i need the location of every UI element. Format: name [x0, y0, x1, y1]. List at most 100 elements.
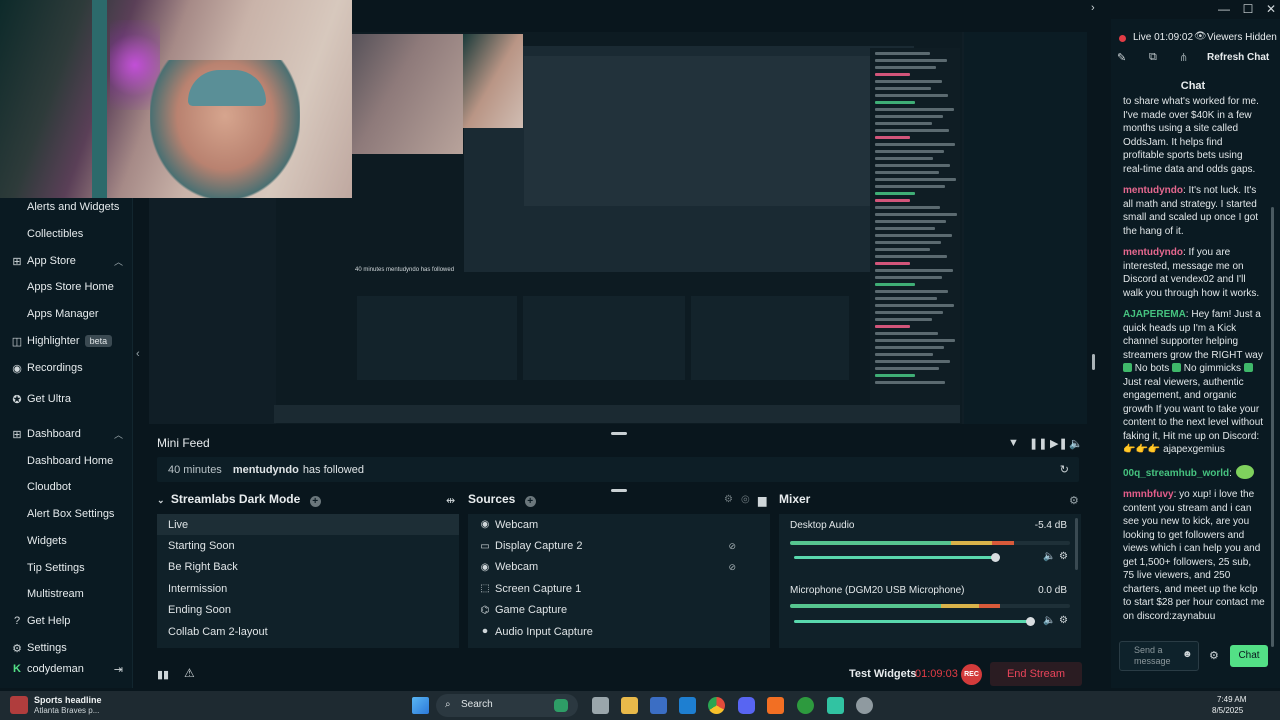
scenes-title[interactable]: Streamlabs Dark Mode	[171, 492, 300, 506]
store-icon[interactable]	[650, 697, 667, 714]
rec-button[interactable]: REC	[961, 664, 982, 685]
sidebar-item-cloudbot[interactable]: Cloudbot	[0, 477, 133, 497]
mixer-settings-icon[interactable]: ⚙	[1069, 494, 1079, 507]
chrome-icon[interactable]	[708, 697, 725, 714]
channel-settings-icon[interactable]: ⚙	[1059, 615, 1068, 626]
chat-username[interactable]: 00q_streamhub_world	[1123, 468, 1229, 479]
sidebar-item-tip-settings[interactable]: Tip Settings	[0, 558, 133, 578]
source-item[interactable]: ▭ Display Capture 2 ⊘	[468, 535, 770, 556]
scene-transitions-icon[interactable]: ⇹	[446, 494, 455, 507]
sidebar-item-app-store[interactable]: ⊞ App Store ︿	[0, 251, 133, 271]
user-account[interactable]: Kcodydeman ⇥	[0, 659, 133, 679]
volume-slider[interactable]	[794, 556, 995, 559]
source-item[interactable]: ⬚ Screen Capture 1	[468, 578, 770, 599]
news-title[interactable]: Sports headline	[34, 695, 102, 705]
scene-item[interactable]: Be Right Back	[157, 557, 459, 578]
taskbar-search[interactable]: ⌕ Search	[436, 694, 578, 717]
add-source-icon[interactable]: +	[524, 496, 536, 507]
soundcloud-icon[interactable]	[767, 697, 784, 714]
source-item[interactable]: ⌬ Game Capture	[468, 600, 770, 621]
mute-icon[interactable]: 🔈	[1043, 551, 1055, 562]
chat-settings-icon[interactable]: ⚙	[1209, 649, 1219, 662]
sidebar-item-highlighter[interactable]: ◫ Highlighter beta	[0, 331, 133, 351]
source-settings-icon[interactable]: ⚙	[724, 494, 733, 505]
sidebar-item-get-help[interactable]: ? Get Help	[0, 611, 133, 631]
add-folder-icon[interactable]: ▆	[758, 494, 766, 507]
clock-date[interactable]: 8/5/2025	[1212, 706, 1243, 715]
popout-icon[interactable]: ⧉	[1149, 51, 1157, 64]
volume-knob[interactable]	[1026, 617, 1035, 626]
chevron-up-icon[interactable]: ︿	[114, 428, 123, 441]
logout-icon[interactable]: ⇥	[114, 663, 123, 676]
test-widgets-button[interactable]: Test Widgets	[849, 668, 917, 680]
sidebar-item-dashboard[interactable]: ⊞ Dashboard ︿	[0, 424, 133, 444]
sidebar-item-get-ultra[interactable]: ✪ Get Ultra	[0, 389, 133, 409]
preview-scroll-handle[interactable]	[1092, 354, 1095, 370]
news-icon[interactable]	[10, 696, 28, 714]
share-icon[interactable]: ⋔	[1179, 51, 1188, 64]
scene-item[interactable]: Collab Cam 2-layout	[157, 621, 459, 642]
scene-item[interactable]: Intermission	[157, 578, 459, 599]
chat-username[interactable]: mentudyndo	[1123, 247, 1183, 258]
source-item[interactable]: ◉ Webcam ⊘	[468, 557, 770, 578]
sidebar-item-alerts-and-widgets[interactable]: Alerts and Widgets	[0, 197, 133, 217]
add-scene-collection-icon[interactable]: +	[309, 496, 321, 507]
refresh-icon[interactable]: ↻	[1060, 463, 1069, 476]
outlook-icon[interactable]	[679, 697, 696, 714]
volume-slider[interactable]	[794, 620, 1030, 623]
end-stream-button[interactable]: End Stream	[990, 662, 1082, 686]
sidebar-item-multistream[interactable]: Multistream	[0, 584, 133, 604]
resize-handle-preview[interactable]	[611, 432, 627, 435]
chevron-up-icon[interactable]: ︿	[114, 255, 123, 268]
chat-send-button[interactable]: Chat	[1230, 645, 1268, 667]
scene-item[interactable]: Ending Soon	[157, 600, 459, 621]
windows-start-icon[interactable]	[412, 697, 429, 714]
volume-icon[interactable]: 🔈	[1069, 437, 1083, 450]
source-item[interactable]: ⏺ Audio Input Capture	[468, 621, 770, 642]
close-button[interactable]: ✕	[1260, 1, 1280, 17]
task-view-icon[interactable]	[592, 697, 609, 714]
minimize-button[interactable]: —	[1213, 1, 1235, 17]
alerts-icon[interactable]: ⚠	[184, 666, 195, 680]
scene-item[interactable]: Live	[157, 514, 459, 536]
discord-icon[interactable]	[738, 697, 755, 714]
source-hide-icon[interactable]: ◎	[741, 494, 750, 505]
source-item[interactable]: ◉ Webcam	[468, 514, 770, 535]
pause-icon[interactable]: ❚❚	[1029, 437, 1047, 450]
viewers-hidden[interactable]: Viewers Hidden	[1207, 32, 1277, 43]
xbox-icon[interactable]	[797, 697, 814, 714]
sidebar-item-apps-store-home[interactable]: Apps Store Home	[0, 277, 133, 297]
streamlabs-icon[interactable]	[827, 697, 844, 714]
chat-input[interactable]: Send a message ☻	[1119, 641, 1199, 671]
maximize-button[interactable]: ☐	[1237, 1, 1259, 17]
mixer-scrollbar[interactable]	[1075, 518, 1078, 570]
chat-username[interactable]: mmnbfuvy	[1123, 489, 1174, 500]
stats-icon[interactable]: ▮▮	[157, 668, 169, 681]
collapse-sidebar-icon[interactable]: ‹	[136, 348, 140, 360]
sidebar-item-collectibles[interactable]: Collectibles	[0, 224, 133, 244]
resize-handle-minifeed[interactable]	[611, 489, 627, 492]
sidebar-item-widgets[interactable]: Widgets	[0, 531, 133, 551]
refresh-chat-button[interactable]: Refresh Chat	[1207, 52, 1269, 63]
chat-username[interactable]: mentudyndo	[1123, 185, 1183, 196]
settings-app-icon[interactable]	[856, 697, 873, 714]
sidebar-item-alert-box-settings[interactable]: Alert Box Settings	[0, 504, 133, 524]
scene-item[interactable]: Starting Soon	[157, 535, 459, 556]
filter-icon[interactable]: ▼	[1008, 437, 1019, 449]
chat-username[interactable]: AJAPEREMA	[1123, 309, 1186, 320]
chat-scrollbar[interactable]	[1271, 207, 1274, 647]
clock-time[interactable]: 7:49 AM	[1217, 695, 1246, 704]
sidebar-item-recordings[interactable]: ◉ Recordings	[0, 358, 133, 378]
chevron-right-icon[interactable]: ›	[1091, 2, 1095, 14]
eye-icon[interactable]: 👁	[1194, 31, 1207, 42]
eye-slash-icon[interactable]: ⊘	[728, 562, 736, 573]
skip-icon[interactable]: ▶❚	[1050, 437, 1068, 450]
feed-user[interactable]: mentudyndo	[233, 464, 299, 476]
scenes-collapse-icon[interactable]: ⌄	[157, 495, 165, 505]
sidebar-item-apps-manager[interactable]: Apps Manager	[0, 304, 133, 324]
channel-settings-icon[interactable]: ⚙	[1059, 551, 1068, 562]
sidebar-item-dashboard-home[interactable]: Dashboard Home	[0, 451, 133, 471]
volume-knob[interactable]	[990, 553, 1000, 562]
emoji-icon[interactable]: ☻	[1182, 649, 1193, 660]
eye-slash-icon[interactable]: ⊘	[728, 541, 736, 552]
